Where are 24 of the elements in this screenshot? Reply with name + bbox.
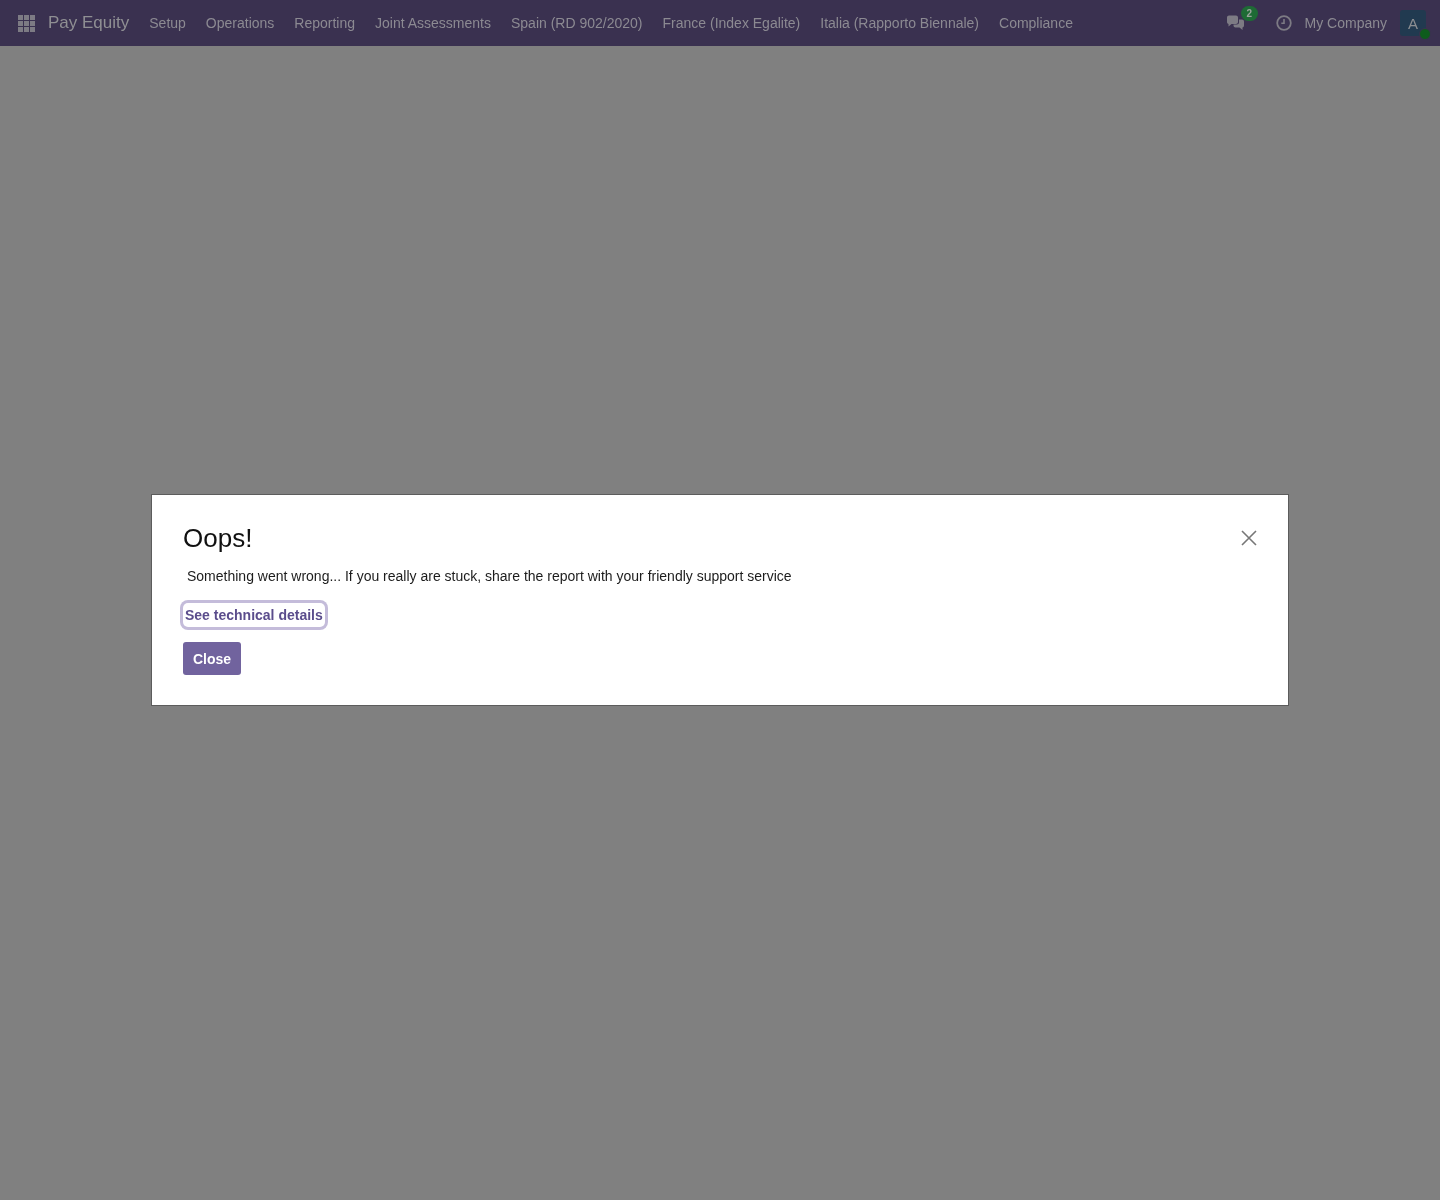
activities-button[interactable]	[1275, 15, 1292, 31]
menu-item[interactable]: Reporting	[284, 0, 366, 46]
dialog-title: Oops!	[183, 522, 253, 555]
company-switcher[interactable]: My Company	[1304, 15, 1387, 31]
message-count-badge: 2	[1240, 5, 1259, 21]
menu-item[interactable]: Joint Assessments	[365, 0, 501, 46]
error-message: Something went wrong... If you really are stuck, share the report with your friendly support service	[187, 567, 792, 586]
chat-bubbles-icon	[1225, 14, 1245, 32]
menu-item[interactable]: Setup	[139, 0, 196, 46]
messages-button[interactable]	[1225, 14, 1245, 32]
technical-details-link[interactable]: See technical details	[183, 603, 325, 627]
close-button[interactable]: Close	[183, 642, 242, 675]
menu-item[interactable]: Operations	[195, 0, 285, 46]
close-icon	[1241, 530, 1257, 546]
menu-item[interactable]: Compliance	[989, 0, 1083, 46]
menu-item[interactable]: Spain (RD 902/2020)	[501, 0, 653, 46]
menu-item[interactable]: Italia (Rapporto Biennale)	[810, 0, 989, 46]
apps-menu-button[interactable]	[18, 14, 35, 32]
apps-grid-icon	[18, 14, 35, 32]
clock-icon	[1275, 15, 1292, 31]
user-avatar[interactable]: A	[1400, 10, 1426, 36]
menu-item[interactable]: France (Index Egalite)	[652, 0, 811, 46]
app-name[interactable]: Pay Equity	[48, 13, 130, 33]
close-dialog-button[interactable]	[1241, 530, 1257, 546]
